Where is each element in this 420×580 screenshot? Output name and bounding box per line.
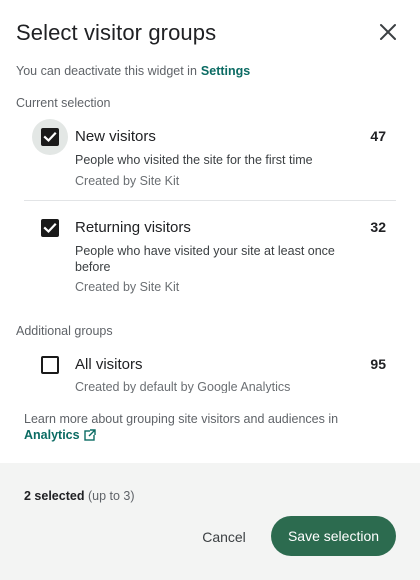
group-count: 32: [370, 219, 386, 235]
additional-groups-label: Additional groups: [16, 324, 113, 338]
checkbox-returning-visitors[interactable]: [32, 210, 68, 246]
learn-more-copy: Learn more about grouping site visitors …: [24, 412, 339, 426]
checkmark-icon: [43, 222, 57, 234]
group-count: 47: [370, 128, 386, 144]
checkmark-icon: [43, 131, 57, 143]
close-button[interactable]: [376, 20, 400, 44]
group-item-new-visitors: New visitors 47 People who visited the s…: [24, 119, 396, 194]
checkbox-box: [41, 219, 59, 237]
group-description: People who visited the site for the firs…: [75, 153, 313, 167]
cancel-button[interactable]: Cancel: [192, 523, 256, 551]
analytics-link[interactable]: Analytics: [24, 428, 96, 442]
settings-link[interactable]: Settings: [201, 64, 250, 78]
divider: [24, 200, 396, 201]
dialog-footer: 2 selected (up to 3) Cancel Save selecti…: [0, 463, 420, 580]
group-meta: Created by Site Kit: [75, 174, 180, 188]
checkbox-box: [41, 128, 59, 146]
checkbox-all-visitors[interactable]: [32, 347, 68, 383]
group-meta: Created by Site Kit: [75, 280, 180, 294]
subtitle-text: You can deactivate this widget in: [16, 64, 197, 78]
selected-count: 2 selected (up to 3): [24, 489, 135, 503]
group-item-all-visitors: All visitors 95 Created by default by Go…: [24, 347, 396, 393]
group-count: 95: [370, 356, 386, 372]
group-title[interactable]: Returning visitors: [75, 219, 191, 236]
checkbox-new-visitors[interactable]: [32, 119, 68, 155]
group-description: People who have visited your site at lea…: [75, 244, 335, 274]
group-meta: Created by default by Google Analytics: [75, 380, 291, 393]
analytics-link-label: Analytics: [24, 428, 80, 442]
checkbox-box: [41, 356, 59, 374]
group-title[interactable]: New visitors: [75, 128, 156, 145]
group-item-returning-visitors: Returning visitors 32 People who have vi…: [24, 210, 396, 300]
save-selection-button[interactable]: Save selection: [271, 516, 396, 556]
group-title[interactable]: All visitors: [75, 356, 143, 373]
selected-count-text: 2 selected: [24, 489, 85, 503]
external-link-icon: [83, 429, 96, 441]
dialog-subtitle: You can deactivate this widget in Setting…: [16, 64, 250, 78]
learn-more-text: Learn more about grouping site visitors …: [24, 411, 384, 443]
dialog-title: Select visitor groups: [16, 20, 217, 45]
current-selection-label: Current selection: [16, 96, 111, 110]
close-icon: [380, 24, 396, 40]
selection-limit: (up to 3): [87, 489, 135, 503]
visitor-groups-dialog: Select visitor groups You can deactivate…: [0, 0, 420, 580]
